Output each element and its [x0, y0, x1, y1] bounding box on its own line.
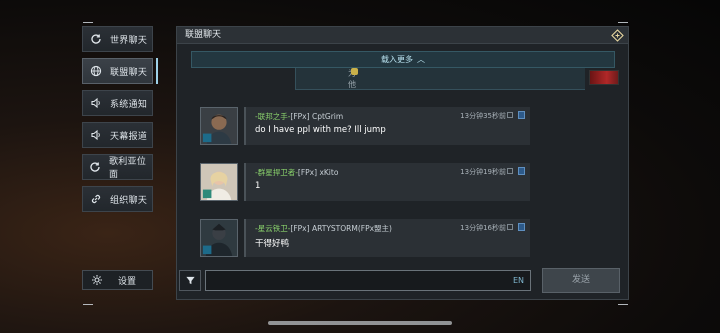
avatar[interactable] [589, 70, 619, 85]
send-button[interactable]: 发送 [542, 268, 620, 293]
avatar[interactable] [200, 219, 238, 257]
gear-icon [90, 273, 104, 287]
speaker-icon [89, 96, 103, 110]
sender-name: -星云铁卫-[FPx] ARTYSTORM(FPx盟主) [255, 223, 392, 234]
sidebar-item-label: 歌利亚位面 [108, 157, 147, 180]
translate-icon[interactable] [507, 168, 513, 174]
sidebar-item-sky-report[interactable]: 天幕报道 [82, 122, 153, 148]
sidebar-item-label: 组织聊天 [110, 195, 148, 206]
corner-decoration [83, 304, 93, 305]
sidebar-item-label: 天幕报道 [110, 131, 148, 142]
panel-header: 联盟聊天 [177, 27, 628, 44]
chevron-up-icon: ︿ [417, 55, 425, 64]
link-icon [89, 192, 103, 206]
rank-badge-icon [518, 167, 525, 175]
sender-nick: ARTYSTORM(FPx盟主) [311, 224, 392, 233]
rank-badge-icon [518, 223, 525, 231]
home-indicator[interactable] [268, 321, 452, 325]
settings-label: 设置 [118, 276, 137, 287]
sidebar-item-org-chat[interactable]: 组织聊天 [82, 186, 153, 212]
refresh-icon [89, 160, 102, 174]
sidebar-item-system-notice[interactable]: 系统通知 [82, 90, 153, 116]
sender-tag: [FPx] [290, 224, 310, 233]
sender-title: -星云铁卫- [255, 224, 291, 233]
panel-title: 联盟聊天 [185, 30, 222, 40]
sidebar-item-alliance-chat[interactable]: 联盟聊天 [82, 58, 158, 84]
rank-badge-icon [518, 111, 525, 119]
sender-name: -群星捍卫者-[FPx] xKito [255, 167, 338, 178]
corner-decoration [83, 22, 93, 23]
message-text: do I have ppl with me? Ill jump [255, 125, 386, 135]
sender-title: -联邦之手- [255, 112, 291, 121]
sender-title: -群星捍卫者- [255, 168, 298, 177]
message-timestamp: 13分钟16秒前 [460, 224, 506, 232]
corner-decoration [618, 304, 628, 305]
message-bubble: -星云铁卫-[FPx] ARTYSTORM(FPx盟主) 13分钟16秒前 干得… [244, 219, 530, 257]
chat-message: -联邦之手-[FPx] CptGrim 13分钟35秒前 do I have p… [200, 107, 530, 149]
filter-button[interactable] [179, 270, 201, 291]
emoji-icon [351, 68, 358, 75]
pin-icon[interactable] [611, 29, 624, 42]
avatar[interactable] [200, 163, 238, 201]
message-text: 1 [255, 181, 261, 191]
translate-icon[interactable] [507, 112, 513, 118]
chat-panel: 联盟聊天 载入更多 ︿ 为他们带来操纵! -联邦之手-[FPx] CptGrim … [176, 26, 629, 300]
message-timestamp: 13分钟19秒前 [460, 168, 506, 176]
sender-nick: CptGrim [311, 112, 344, 121]
message-text: 干得好鸭 [255, 239, 290, 249]
message-timestamp: 13分钟35秒前 [460, 112, 506, 120]
sender-tag: [FPx] [297, 168, 318, 177]
message-bubble: -群星捍卫者-[FPx] xKito 13分钟19秒前 1 [244, 163, 530, 201]
chat-message: -星云铁卫-[FPx] ARTYSTORM(FPx盟主) 13分钟16秒前 干得… [200, 219, 530, 261]
sender-nick: xKito [319, 168, 339, 177]
globe-icon [89, 64, 103, 78]
sidebar-item-label: 系统通知 [110, 99, 148, 110]
sidebar-item-label: 联盟聊天 [110, 67, 148, 78]
message-bubble: -联邦之手-[FPx] CptGrim 13分钟35秒前 do I have p… [244, 107, 530, 145]
load-more-label: 载入更多 [381, 55, 413, 64]
sender-tag: [FPx] [290, 112, 310, 121]
sidebar-item-world-chat[interactable]: 世界聊天 [82, 26, 153, 52]
corner-decoration [618, 22, 628, 23]
language-toggle[interactable]: EN [513, 276, 524, 285]
load-more-button[interactable]: 载入更多 ︿ [191, 51, 615, 68]
sidebar-item-label: 世界聊天 [110, 35, 148, 46]
settings-button[interactable]: 设置 [82, 270, 153, 290]
chat-message: -群星捍卫者-[FPx] xKito 13分钟19秒前 1 [200, 163, 530, 205]
avatar[interactable] [200, 107, 238, 145]
refresh-icon [89, 32, 103, 46]
message-input[interactable]: EN [205, 270, 531, 291]
sidebar-item-goliath-plane[interactable]: 歌利亚位面 [82, 154, 153, 180]
previous-message-partial: 为他们带来操纵! [295, 68, 585, 90]
speaker-icon [89, 128, 103, 142]
translate-icon[interactable] [507, 224, 513, 230]
filter-icon [185, 271, 196, 290]
sender-name: -联邦之手-[FPx] CptGrim [255, 111, 343, 122]
